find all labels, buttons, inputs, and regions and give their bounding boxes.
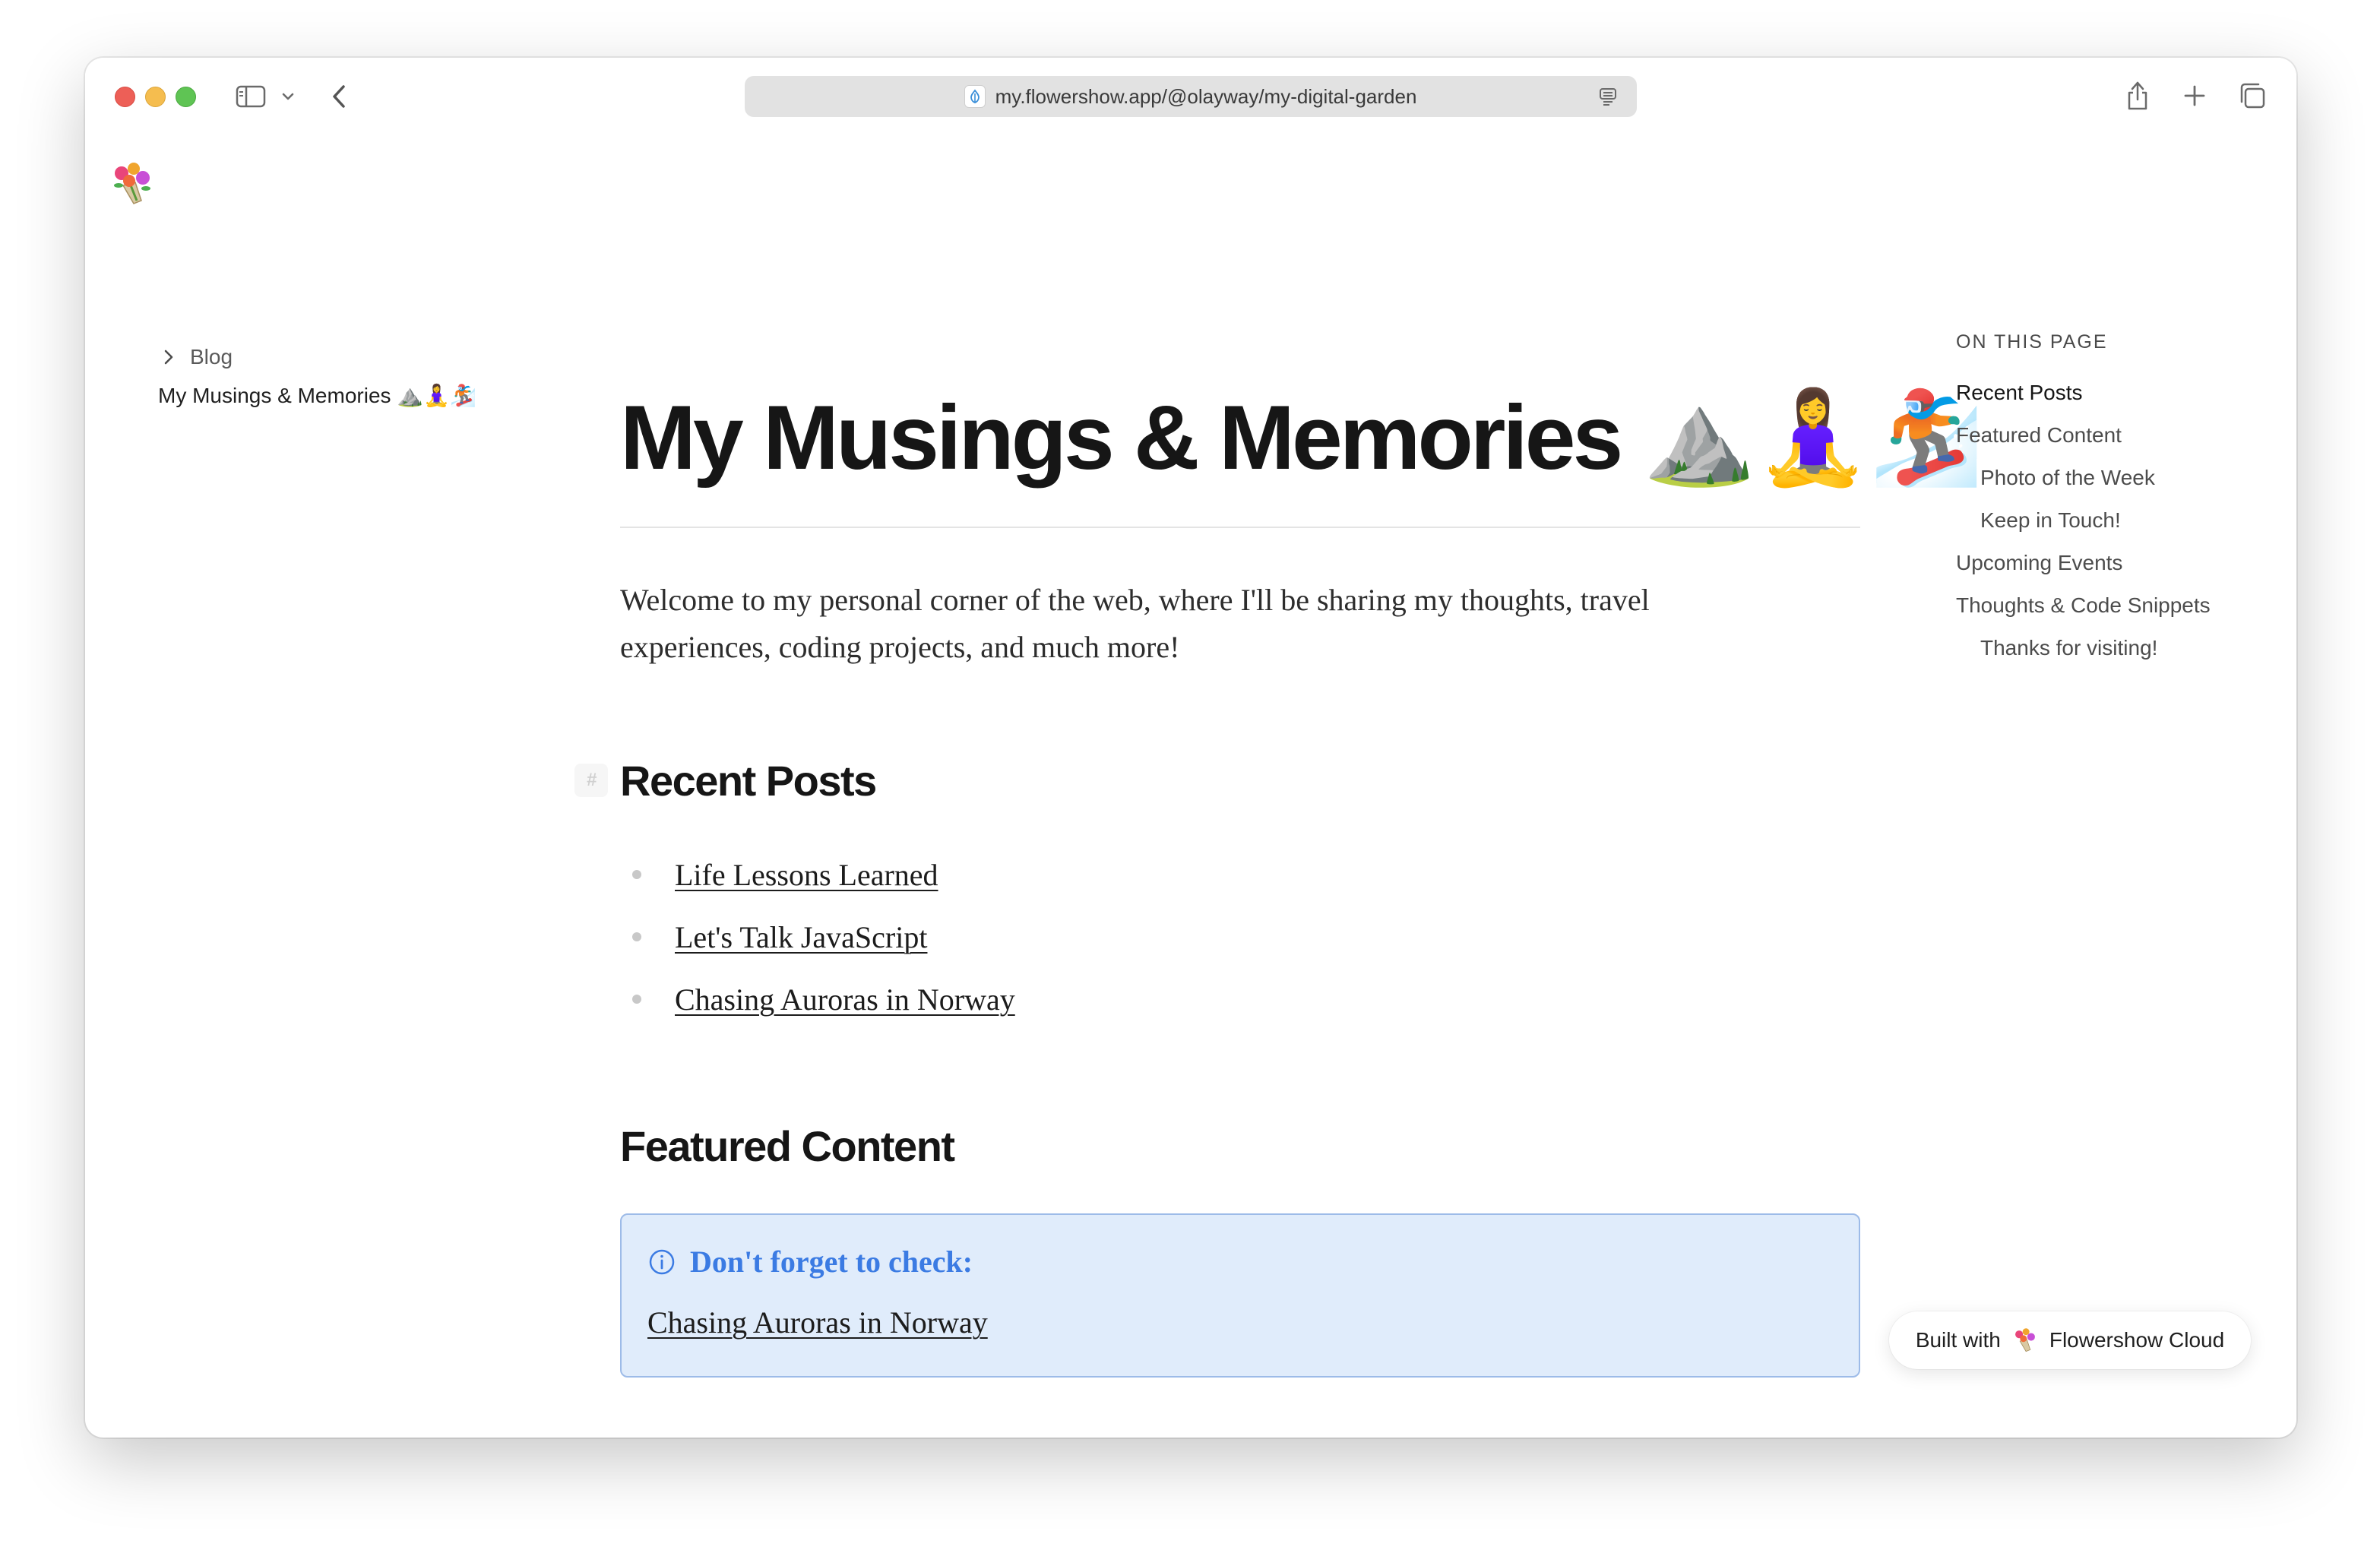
- list-item: Let's Talk JavaScript: [620, 906, 1860, 968]
- intro-paragraph: Welcome to my personal corner of the web…: [620, 583, 1650, 664]
- sidebar-item-label: Blog: [190, 345, 233, 369]
- screenshot-stage: my.flowershow.app/@olayway/my-digital-ga…: [0, 0, 2380, 1550]
- featured-content-heading: Featured Content: [620, 1122, 955, 1170]
- recent-posts-heading-text: Recent Posts: [620, 757, 877, 805]
- toc-item-keep-in-touch[interactable]: Keep in Touch!: [1956, 499, 2275, 542]
- main-content: My Musings & Memories ⛰️🧘‍♀️🏂 Welcome to…: [574, 384, 1983, 1438]
- info-callout: Don't forget to check: Chasing Auroras i…: [620, 1213, 1860, 1378]
- sidebar-icon[interactable]: [234, 84, 267, 109]
- info-icon: [647, 1248, 676, 1276]
- toc-item-recent-posts[interactable]: Recent Posts: [1956, 372, 2275, 414]
- title-divider: [620, 527, 1860, 528]
- close-window-button[interactable]: [115, 87, 135, 107]
- flowershow-badge-icon: [2011, 1327, 2039, 1354]
- badge-prefix: Built with: [1915, 1328, 2001, 1352]
- browser-window: my.flowershow.app/@olayway/my-digital-ga…: [85, 58, 2296, 1438]
- bullet-icon: [632, 870, 641, 879]
- plus-icon[interactable]: [2181, 82, 2208, 109]
- recent-posts-list: Life Lessons Learned Let's Talk JavaScri…: [620, 843, 1860, 1030]
- callout-title: Don't forget to check:: [690, 1245, 973, 1279]
- sidebar-item-current-page[interactable]: My Musings & Memories ⛰️🧘‍♀️🏂: [158, 383, 553, 408]
- page-title-emoji: ⛰️🧘‍♀️🏂: [1642, 385, 1983, 491]
- tabs-icon[interactable]: [2237, 81, 2268, 111]
- maximize-window-button[interactable]: [176, 87, 196, 107]
- built-with-badge[interactable]: Built with Flowershow Cloud: [1889, 1311, 2251, 1369]
- post-link-auroras[interactable]: Chasing Auroras in Norway: [675, 982, 1015, 1017]
- badge-brand: Flowershow Cloud: [2049, 1328, 2225, 1352]
- url-text: my.flowershow.app/@olayway/my-digital-ga…: [995, 84, 1417, 108]
- chevron-left-icon[interactable]: [325, 82, 353, 111]
- table-of-contents: ON THIS PAGE Recent Posts Featured Conte…: [1956, 331, 2275, 669]
- reader-icon[interactable]: [1597, 86, 1619, 107]
- list-item: Chasing Auroras in Norway: [620, 968, 1860, 1030]
- post-link-javascript[interactable]: Let's Talk JavaScript: [675, 919, 927, 955]
- chevron-down-icon[interactable]: [280, 88, 296, 105]
- minimize-window-button[interactable]: [145, 87, 166, 107]
- toc-item-photo-of-the-week[interactable]: Photo of the Week: [1956, 457, 2275, 499]
- page-title: My Musings & Memories ⛰️🧘‍♀️🏂: [620, 384, 1983, 492]
- list-item: Life Lessons Learned: [620, 843, 1860, 906]
- browser-toolbar: my.flowershow.app/@olayway/my-digital-ga…: [85, 58, 2296, 137]
- toc-heading: ON THIS PAGE: [1956, 331, 2108, 353]
- toc-item-featured-content[interactable]: Featured Content: [1956, 414, 2275, 457]
- flowershow-logo-icon[interactable]: [108, 160, 157, 208]
- post-link-life-lessons[interactable]: Life Lessons Learned: [675, 857, 938, 893]
- bullet-icon: [632, 932, 641, 941]
- toc-item-upcoming-events[interactable]: Upcoming Events: [1956, 542, 2275, 584]
- sidebar-item-blog[interactable]: Blog: [158, 340, 553, 374]
- recent-posts-heading: # Recent Posts: [574, 756, 1860, 805]
- page-title-text: My Musings & Memories: [620, 387, 1623, 489]
- bullet-icon: [632, 995, 641, 1004]
- toc-item-thanks-for-visiting[interactable]: Thanks for visiting!: [1956, 627, 2275, 669]
- share-icon[interactable]: [2123, 79, 2152, 112]
- chevron-right-icon: [158, 346, 179, 368]
- callout-link-auroras[interactable]: Chasing Auroras in Norway: [647, 1305, 988, 1340]
- callout-header: Don't forget to check:: [647, 1244, 973, 1280]
- toc-item-thoughts-code-snippets[interactable]: Thoughts & Code Snippets: [1956, 584, 2275, 627]
- address-bar[interactable]: my.flowershow.app/@olayway/my-digital-ga…: [745, 76, 1637, 117]
- site-favicon-icon: [964, 86, 985, 107]
- sidebar-nav: Blog My Musings & Memories ⛰️🧘‍♀️🏂: [158, 340, 553, 408]
- heading-anchor-icon[interactable]: #: [574, 764, 608, 797]
